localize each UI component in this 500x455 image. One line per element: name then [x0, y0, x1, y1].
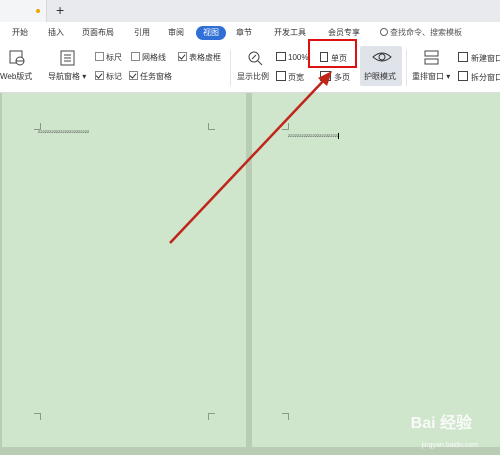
annotation-arrow — [169, 71, 332, 244]
